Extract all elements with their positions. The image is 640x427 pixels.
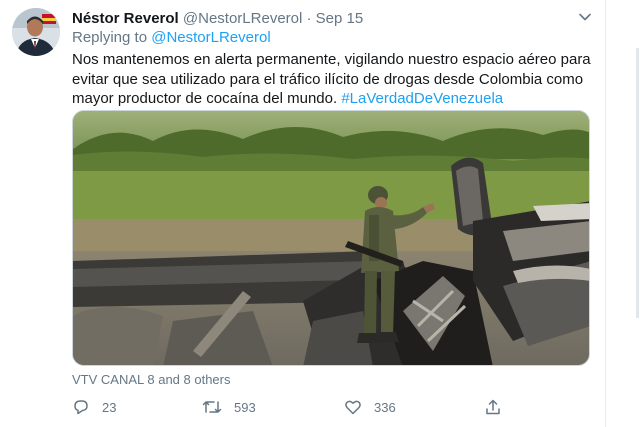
like-count: 336 — [374, 399, 396, 415]
avatar[interactable] — [12, 8, 60, 56]
reply-button[interactable]: 23 — [72, 396, 116, 418]
reply-icon — [74, 400, 88, 415]
replying-to-label: Replying to — [72, 29, 152, 46]
like-button[interactable]: 336 — [344, 396, 396, 418]
tweet-actions: 23 593 336 — [72, 396, 592, 418]
chevron-down-icon — [579, 13, 591, 21]
tweet-photo[interactable] — [72, 110, 590, 366]
replying-to-mention[interactable]: @NestorLReverol — [151, 29, 270, 46]
tweet-body: Nos mantenemos en alerta permanente, vig… — [72, 51, 591, 108]
hashtag-link[interactable]: #LaVerdadDeVenezuela — [341, 90, 503, 107]
more-button[interactable] — [574, 6, 596, 28]
tagged-users[interactable]: VTV CANAL 8 and 8 others — [72, 372, 231, 388]
retweet-button[interactable]: 593 — [202, 396, 256, 418]
reply-count: 23 — [102, 399, 117, 415]
tweet-date[interactable]: Sep 15 — [316, 10, 364, 27]
author-name[interactable]: Néstor Reverol — [72, 10, 179, 27]
separator-dot: · — [306, 10, 312, 27]
scroll-area — [606, 0, 640, 427]
retweet-count: 593 — [234, 399, 256, 415]
photo-image — [73, 111, 589, 365]
tweet-header: Néstor Reverol @NestorLReverol · Sep 15 — [72, 9, 363, 29]
scrollbar[interactable] — [636, 48, 639, 318]
replying-to: Replying to @NestorLReverol — [72, 28, 271, 48]
retweet-icon — [202, 401, 222, 413]
share-button[interactable] — [484, 396, 514, 418]
author-handle[interactable]: @NestorLReverol — [183, 10, 302, 27]
avatar-image — [12, 8, 60, 56]
tweet-text: Nos mantenemos en alerta permanente, vig… — [72, 50, 592, 109]
share-icon — [486, 399, 500, 415]
tweet[interactable]: Néstor Reverol @NestorLReverol · Sep 15 … — [0, 0, 606, 427]
heart-icon — [345, 400, 361, 415]
